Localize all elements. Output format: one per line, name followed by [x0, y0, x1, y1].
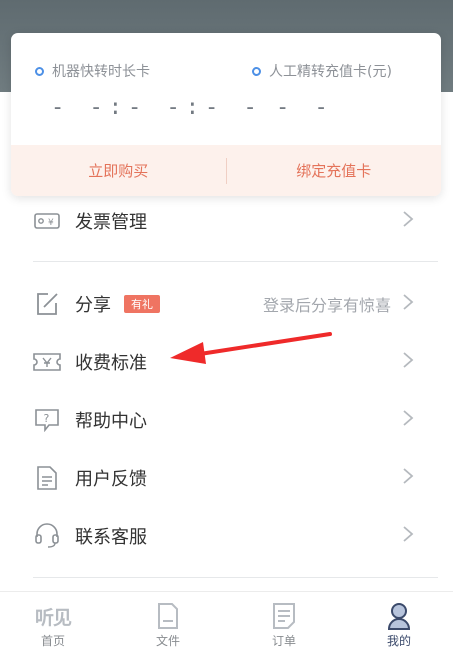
file-icon: [158, 602, 178, 630]
tab-profile[interactable]: 我的: [359, 592, 439, 653]
profile-icon: [387, 602, 411, 630]
tab-orders[interactable]: 订单: [244, 592, 324, 653]
menu-item-invoice[interactable]: ¥ 发票管理: [0, 192, 453, 250]
chevron-right-icon: [402, 467, 414, 489]
menu-label-share: 分享: [75, 295, 111, 316]
feedback-icon: [33, 465, 61, 491]
gift-badge: 有礼: [124, 295, 160, 313]
balance-card: 机器快转时长卡 - -:- -:- - 人工精转充值卡(元) - - 立即购买 …: [11, 33, 441, 196]
tab-label-home: 首页: [40, 634, 65, 648]
machine-card-label: 机器快转时长卡: [52, 64, 150, 80]
chevron-right-icon: [402, 210, 414, 232]
menu-item-pricing[interactable]: 收费标准: [0, 333, 453, 391]
chevron-right-icon: [402, 351, 414, 373]
dot-icon: [252, 66, 261, 76]
menu-label-support: 联系客服: [75, 527, 147, 548]
help-icon: ?: [33, 407, 61, 433]
ticket-icon: [33, 349, 61, 375]
machine-card-column: 机器快转时长卡 - -:- -:- -: [35, 61, 263, 120]
share-icon: [33, 291, 61, 317]
dot-icon: [35, 66, 44, 76]
tab-label-profile: 我的: [386, 634, 411, 648]
machine-card-label-row: 机器快转时长卡: [35, 61, 263, 81]
chevron-right-icon: [402, 409, 414, 431]
menu-item-share[interactable]: 分享 有礼 登录后分享有惊喜: [0, 275, 453, 333]
svg-text:¥: ¥: [48, 218, 54, 228]
tab-home[interactable]: 听见 首页: [13, 592, 93, 653]
bind-card-button[interactable]: 绑定充值卡: [227, 160, 442, 181]
manual-card-label: 人工精转充值卡(元): [269, 64, 392, 80]
chevron-right-icon: [402, 293, 414, 315]
headset-icon: [33, 523, 61, 549]
share-hint: 登录后分享有惊喜: [262, 296, 391, 315]
card-actions: 立即购买 绑定充值卡: [11, 145, 441, 196]
svg-text:?: ?: [44, 412, 50, 425]
home-logo-text: 听见: [34, 607, 72, 629]
menu-label-help: 帮助中心: [75, 411, 147, 432]
machine-card-value: - -:- -:- -: [51, 95, 263, 120]
menu-item-feedback[interactable]: 用户反馈: [0, 449, 453, 507]
home-logo-icon: 听见: [34, 602, 72, 630]
tab-files[interactable]: 文件: [128, 592, 208, 653]
manual-card-value: - -: [276, 95, 334, 120]
manual-card-column: 人工精转充值卡(元) - -: [252, 61, 392, 120]
chevron-right-icon: [402, 525, 414, 547]
buy-now-button[interactable]: 立即购买: [11, 160, 226, 181]
menu-divider: [33, 577, 438, 578]
tab-label-orders: 订单: [271, 634, 296, 648]
invoice-icon: ¥: [33, 208, 61, 234]
menu-label-invoice: 发票管理: [75, 212, 147, 233]
manual-card-label-row: 人工精转充值卡(元): [252, 61, 392, 81]
menu-label-feedback: 用户反馈: [75, 469, 147, 490]
menu-item-help[interactable]: ? 帮助中心: [0, 391, 453, 449]
menu-item-support[interactable]: 联系客服: [0, 507, 453, 565]
tab-label-files: 文件: [155, 634, 180, 648]
menu-divider: [33, 261, 438, 262]
order-icon: [273, 602, 295, 630]
bottom-tab-bar: 听见 首页 文件 订单 我的: [0, 591, 453, 653]
menu-label-pricing: 收费标准: [75, 353, 147, 374]
